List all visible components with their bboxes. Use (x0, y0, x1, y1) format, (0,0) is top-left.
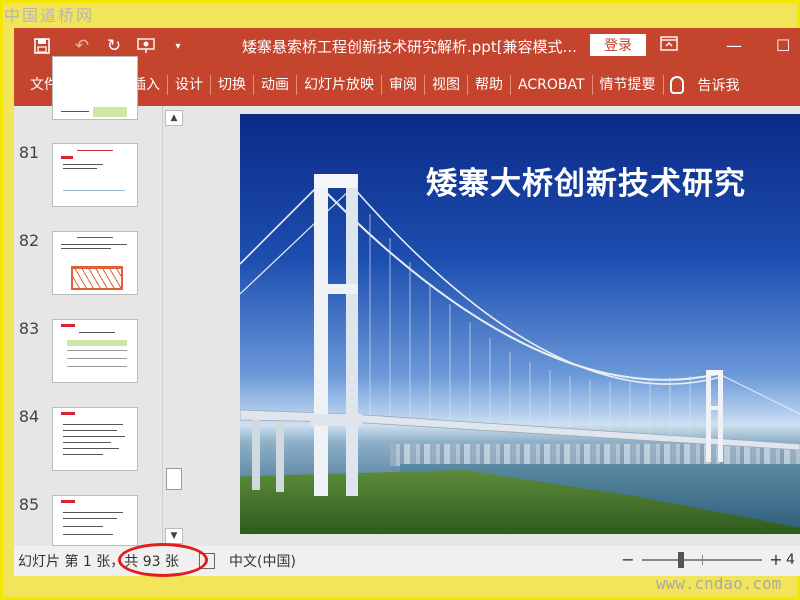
slide-thumbnail-pane: 81 82 83 84 85 (14, 56, 162, 546)
slide-thumbnail[interactable] (52, 319, 138, 383)
tell-me-search[interactable]: 告诉我 (669, 75, 740, 95)
zoom-track[interactable] (642, 551, 762, 568)
zoom-level[interactable]: 4 (786, 552, 795, 568)
document-title: 矮寨悬索桥工程创新技术研究解析.ppt[兼容模式... (242, 38, 577, 56)
slide-number: 83 (18, 319, 40, 338)
thumbnail-scrollbar[interactable]: ▲ ▼ (162, 106, 184, 546)
slide-thumbnail[interactable] (52, 495, 138, 546)
slide-number: 84 (18, 407, 40, 426)
slide-number: 81 (18, 143, 40, 162)
slide-thumbnail[interactable] (52, 143, 138, 207)
current-slide[interactable]: 矮寨大桥创新技术研究 (240, 114, 800, 534)
tell-me-label: 告诉我 (697, 78, 740, 94)
tab-storyboarding[interactable]: 情节提要 (593, 71, 663, 99)
scroll-down-arrow[interactable]: ▼ (165, 528, 183, 544)
zoom-center-tick (702, 554, 703, 565)
customize-toolbar-icon[interactable]: ▾ (164, 32, 192, 60)
login-button[interactable]: 登录 (590, 34, 646, 56)
scroll-up-arrow[interactable]: ▲ (165, 110, 183, 126)
language-status[interactable]: 中文(中国) (229, 551, 296, 571)
slide-thumbnail[interactable] (52, 231, 138, 295)
slide-number: 82 (18, 231, 40, 250)
zoom-out-icon[interactable]: − (620, 550, 636, 569)
ribbon-display-options-icon[interactable] (660, 36, 678, 56)
tab-help[interactable]: 帮助 (468, 71, 510, 99)
tab-separator (662, 75, 664, 95)
thumbnail-row: 83 (14, 319, 162, 399)
slide-editing-area: 矮寨大桥创新技术研究 (186, 106, 800, 546)
tab-view[interactable]: 视图 (425, 71, 467, 99)
minimize-icon[interactable]: — (726, 36, 742, 55)
slide-thumbnail[interactable] (52, 407, 138, 471)
zoom-knob[interactable] (678, 551, 684, 568)
thumbnail-row: 81 (14, 143, 162, 223)
maximize-icon[interactable]: ☐ (776, 36, 790, 55)
tab-review[interactable]: 审阅 (382, 71, 424, 99)
tab-slideshow[interactable]: 幻灯片放映 (297, 71, 381, 99)
workspace: 81 82 83 84 85 ▲ ▼ 矮寨大桥创新技术研究 (14, 56, 800, 546)
slide-thumbnail-partial[interactable] (52, 56, 138, 120)
lightbulb-icon (669, 76, 684, 94)
zoom-slider[interactable]: − + (620, 550, 784, 569)
thumbnail-row: 84 (14, 407, 162, 487)
slide-number: 85 (18, 495, 40, 514)
zoom-in-icon[interactable]: + (768, 550, 784, 569)
slide-title[interactable]: 矮寨大桥创新技术研究 (426, 158, 746, 203)
tab-design[interactable]: 设计 (168, 71, 210, 99)
tab-animations[interactable]: 动画 (254, 71, 296, 99)
tab-acrobat[interactable]: ACROBAT (511, 71, 592, 99)
watermark-top: 中国道桥网 (4, 6, 95, 25)
red-highlight-ellipse (118, 543, 208, 577)
scroll-thumb[interactable] (166, 468, 182, 490)
watermark-bottom: www.cndao.com (656, 574, 782, 593)
thumbnail-row: 82 (14, 231, 162, 311)
tab-transitions[interactable]: 切换 (211, 71, 253, 99)
